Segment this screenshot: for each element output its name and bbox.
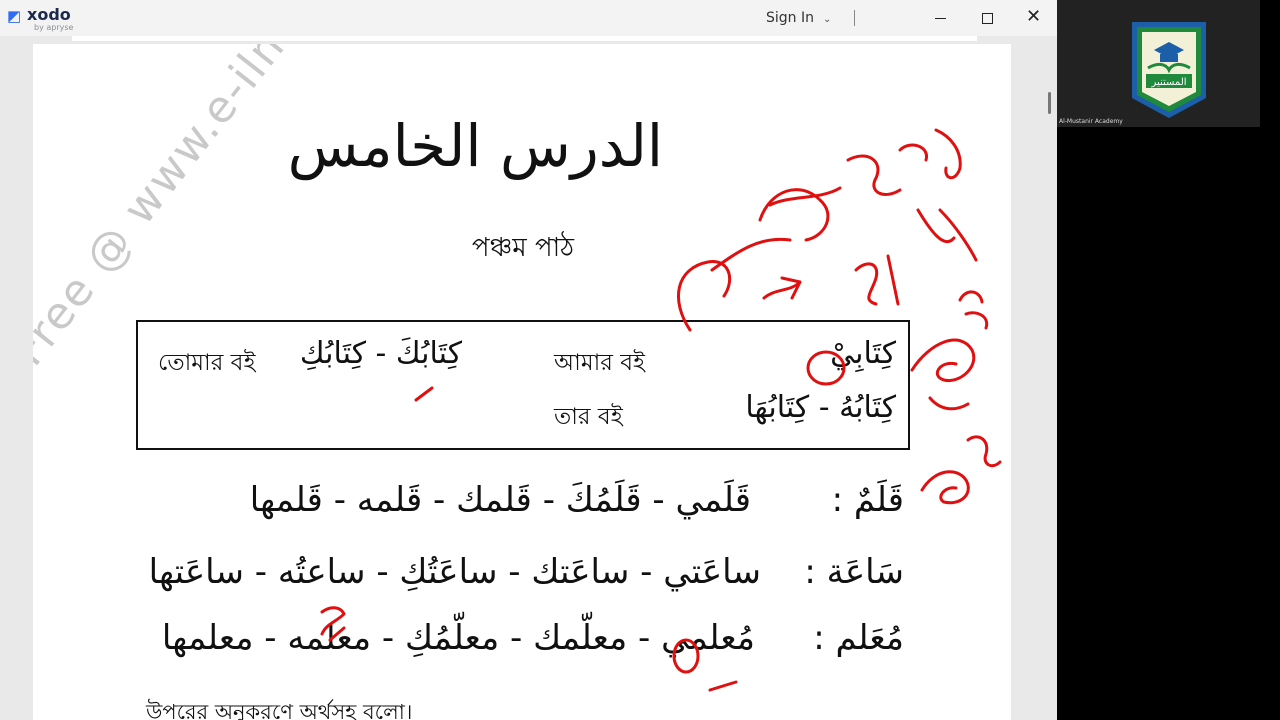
maximize-icon: [982, 13, 993, 24]
toolbar-divider: [854, 10, 855, 26]
line-head: سَاعَة :: [804, 552, 904, 592]
xodo-window: ◩ xodo by apryse Sign In ⌄ ✕ Free @ www.e…: [0, 0, 1057, 720]
participant-tile[interactable]: المستنير Al-Mustanir Academy: [1057, 0, 1260, 127]
vocab-your-book-bengali: তোমার বই: [158, 350, 256, 376]
pdf-page: Free @ www.e-ilm.weebly.com الدرس الخامس…: [33, 44, 1011, 720]
close-button[interactable]: ✕: [1010, 2, 1056, 34]
line-head: مُعَلم :: [813, 618, 904, 658]
lesson-title-bengali: পঞ্চম পাঠ: [471, 233, 575, 263]
lesson-title-arabic: الدرس الخامس: [287, 112, 663, 180]
exercise-instruction: উপরের অনুকরণে অর্থসহ বলো।: [146, 700, 413, 720]
video-call-panel: المستنير Al-Mustanir Academy: [1057, 0, 1280, 720]
academy-logo: المستنير: [1132, 22, 1206, 118]
xodo-logo-icon: ◩: [7, 7, 22, 25]
line-forms: قَلَمي - قَلَمُكَ - قَلمك - قَلمه - قَلم…: [249, 480, 751, 520]
vocab-my-book-bengali: আমার বই: [554, 350, 645, 376]
line-head: قَلَمٌ :: [831, 480, 904, 520]
line-forms: مُعلمي - معلّمك - معلّمُكِ - معلمه - معل…: [161, 618, 755, 658]
app-logo: ◩ xodo by apryse: [7, 5, 77, 33]
chevron-down-icon: ⌄: [823, 14, 832, 25]
vocab-my-book-arabic: كِتَابِيْ: [830, 336, 896, 371]
vocab-his-book-bengali: তার বই: [554, 404, 623, 430]
maximize-button[interactable]: [964, 2, 1010, 34]
badge-text: المستنير: [1150, 77, 1186, 88]
title-bar: ◩ xodo by apryse Sign In ⌄ ✕: [0, 0, 1057, 36]
sign-in-button[interactable]: Sign In ⌄: [766, 10, 831, 26]
line-forms: ساعَتي - ساعَتك - ساعَتُكِ - ساعتُه - سا…: [148, 552, 761, 592]
document-viewer[interactable]: Free @ www.e-ilm.weebly.com الدرس الخامس…: [0, 42, 1045, 720]
minimize-icon: [935, 18, 946, 19]
close-icon: ✕: [1026, 6, 1042, 27]
sign-in-label: Sign In: [766, 10, 814, 26]
vocab-your-book-arabic: كِتَابُكَ - كِتَابُكِ: [299, 336, 462, 371]
minimize-button[interactable]: [918, 2, 964, 34]
participant-name: Al-Mustanir Academy: [1059, 118, 1123, 125]
vocabulary-box: كِتَابِيْ আমার বই كِتَابُكَ - كِتَابُكِ …: [136, 320, 910, 450]
vertical-scrollbar[interactable]: [1048, 92, 1051, 114]
app-name: xodo: [27, 5, 71, 24]
app-subtitle: by apryse: [34, 23, 74, 32]
vocab-his-book-arabic: كِتَابُهُ - كِتَابُهَا: [745, 390, 896, 425]
tab-strip: [72, 36, 977, 41]
